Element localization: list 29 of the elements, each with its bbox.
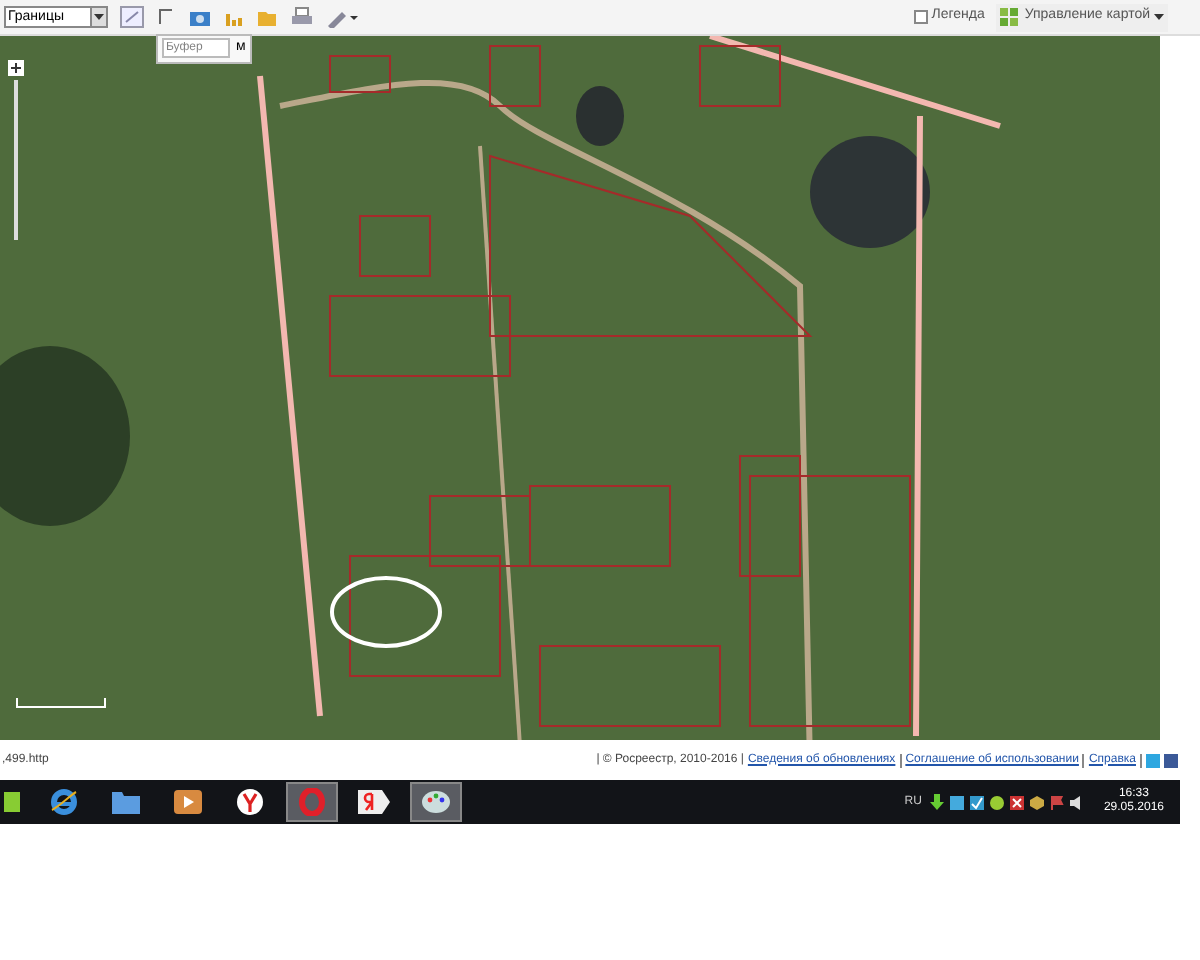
cube-icon[interactable]	[1029, 795, 1044, 809]
printer-icon[interactable]	[290, 6, 314, 28]
browser-icon	[236, 788, 264, 816]
circle-icon[interactable]	[989, 795, 1004, 809]
ruler-icon[interactable]	[120, 6, 144, 28]
zoom-in-icon[interactable]	[8, 60, 24, 76]
grid-icon	[1000, 7, 1021, 27]
caret-icon	[1154, 14, 1164, 20]
dropdown-arrow-icon	[90, 8, 106, 26]
pond	[810, 136, 930, 248]
highlight-circle	[330, 576, 442, 648]
checkmark-icon[interactable]	[969, 795, 984, 809]
tray-icon[interactable]	[949, 795, 964, 809]
globe-icon	[50, 788, 78, 816]
folder-icon	[112, 790, 140, 814]
close-icon[interactable]	[1009, 795, 1024, 809]
media-player-icon	[174, 790, 202, 814]
camera-icon[interactable]	[188, 7, 212, 27]
scale-bar-icon	[16, 698, 106, 708]
flag-icon[interactable]	[1049, 795, 1064, 809]
zoom-slider-icon[interactable]	[12, 80, 20, 240]
palette-icon	[420, 788, 452, 816]
speaker-icon[interactable]	[1069, 795, 1084, 809]
download-arrow-icon[interactable]	[929, 794, 944, 810]
pencil-icon[interactable]	[326, 7, 358, 27]
measure-icon[interactable]	[156, 6, 176, 28]
pond	[576, 86, 624, 146]
ring-icon	[298, 788, 326, 816]
tag-icon	[358, 788, 390, 816]
